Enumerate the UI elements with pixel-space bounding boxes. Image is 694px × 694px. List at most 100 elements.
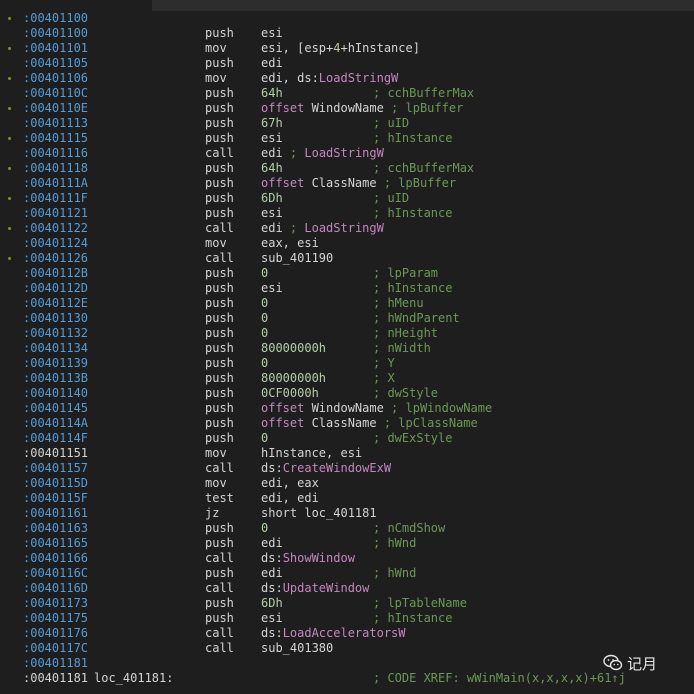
address[interactable]: :00401165 (23, 536, 88, 551)
code-line[interactable]: :00401121 push esi ; hInstance (0, 206, 694, 221)
address[interactable]: :0040112D (23, 281, 88, 296)
operands[interactable]: 0 (261, 296, 268, 311)
operands[interactable]: 0 (261, 311, 268, 326)
address[interactable]: :00401151 (23, 446, 88, 461)
operands[interactable]: sub_401190 (261, 251, 333, 266)
code-line[interactable]: :0040110C push 64h ; cchBufferMax (0, 86, 694, 101)
address[interactable]: :00401132 (23, 326, 88, 341)
operands[interactable]: 0 (261, 356, 268, 371)
address[interactable]: :00401145 (23, 401, 88, 416)
address[interactable]: :00401173 (23, 596, 88, 611)
code-line[interactable]: :0040113B push 80000000h ; X (0, 371, 694, 386)
code-line[interactable]: :00401100 push esi (0, 26, 694, 41)
code-line[interactable]: :00401134 push 80000000h ; nWidth (0, 341, 694, 356)
address[interactable]: :00401118 (23, 161, 88, 176)
code-line[interactable]: :00401113 push 67h ; uID (0, 116, 694, 131)
operands[interactable]: ds:CreateWindowExW (261, 461, 391, 476)
code-line[interactable]: :0040117C call sub_401380 (0, 641, 694, 656)
operands[interactable]: esi (261, 611, 283, 626)
code-line[interactable]: :00401101 mov esi, [esp+4+hInstance] (0, 41, 694, 56)
operands[interactable]: edi ; LoadStringW (261, 146, 384, 161)
operands[interactable]: offset WindowName ; lpWindowName (261, 401, 492, 416)
code-line[interactable]: :00401126 call sub_401190 (0, 251, 694, 266)
address[interactable]: :00401181 (23, 656, 88, 671)
operands[interactable]: ds:ShowWindow (261, 551, 355, 566)
operands[interactable]: edi, edi (261, 491, 319, 506)
address[interactable]: :00401121 (23, 206, 88, 221)
code-line[interactable]: :00401176 call ds:LoadAcceleratorsW (0, 626, 694, 641)
code-line[interactable]: :00401166 call ds:ShowWindow (0, 551, 694, 566)
address[interactable]: :0040117C (23, 641, 88, 656)
operands[interactable]: offset ClassName ; lpBuffer (261, 176, 456, 191)
code-line[interactable]: :00401106 mov edi, ds:LoadStringW (0, 71, 694, 86)
code-line[interactable]: :0040111A push offset ClassName ; lpBuffer (0, 176, 694, 191)
operands[interactable]: esi (261, 206, 283, 221)
operands[interactable]: 0 (261, 326, 268, 341)
code-line[interactable]: :00401140 push 0CF0000h ; dwStyle (0, 386, 694, 401)
code-line[interactable]: :00401151 mov hInstance, esi (0, 446, 694, 461)
address[interactable]: :00401176 (23, 626, 88, 641)
address[interactable]: :00401126 (23, 251, 88, 266)
address[interactable]: :0040113B (23, 371, 88, 386)
operands[interactable]: short loc_401181 (261, 506, 377, 521)
code-line[interactable]: :0040112E push 0 ; hMenu (0, 296, 694, 311)
address[interactable]: :0040114A (23, 416, 88, 431)
address[interactable]: :00401113 (23, 116, 88, 131)
address[interactable]: :00401100 (23, 26, 88, 41)
code-line[interactable]: :00401116 call edi ; LoadStringW (0, 146, 694, 161)
operands[interactable]: edi (261, 56, 283, 71)
address[interactable]: :0040110E (23, 101, 88, 116)
address[interactable]: :00401100 (23, 11, 88, 26)
operands[interactable]: 80000000h (261, 371, 326, 386)
code-line[interactable]: :0040111F push 6Dh ; uID (0, 191, 694, 206)
address[interactable]: :00401105 (23, 56, 88, 71)
code-line[interactable]: :0040110E push offset WindowName ; lpBuffe… (0, 101, 694, 116)
code-line[interactable]: :00401175 push esi ; hInstance (0, 611, 694, 626)
address[interactable]: :0040111A (23, 176, 88, 191)
operands[interactable]: esi (261, 26, 283, 41)
code-line[interactable]: :00401122 call edi ; LoadStringW (0, 221, 694, 236)
operands[interactable]: 0 (261, 521, 268, 536)
address[interactable]: :00401166 (23, 551, 88, 566)
operands[interactable]: 64h (261, 86, 283, 101)
address[interactable]: :0040110C (23, 86, 88, 101)
address[interactable]: :00401134 (23, 341, 88, 356)
operands[interactable]: offset ClassName ; lpClassName (261, 416, 478, 431)
operands[interactable]: 6Dh (261, 596, 283, 611)
code-line[interactable]: :00401165 push edi ; hWnd (0, 536, 694, 551)
code-line[interactable]: :00401181 (0, 656, 694, 671)
code-line[interactable]: :0040116D call ds:UpdateWindow (0, 581, 694, 596)
operands[interactable]: esi (261, 281, 283, 296)
code-line[interactable]: :0040112D push esi ; hInstance (0, 281, 694, 296)
address[interactable]: :00401175 (23, 611, 88, 626)
address[interactable]: :00401106 (23, 71, 88, 86)
code-line[interactable]: :00401100 (0, 11, 694, 26)
code-line[interactable]: :00401139 push 0 ; Y (0, 356, 694, 371)
address[interactable]: :00401130 (23, 311, 88, 326)
address[interactable]: :00401163 (23, 521, 88, 536)
address[interactable]: :00401122 (23, 221, 88, 236)
code-line[interactable]: :00401115 push esi ; hInstance (0, 131, 694, 146)
operands[interactable]: esi (261, 131, 283, 146)
address[interactable]: :0040112E (23, 296, 88, 311)
code-line[interactable]: :00401161 jz short loc_401181 (0, 506, 694, 521)
code-line[interactable]: :00401124 mov eax, esi (0, 236, 694, 251)
code-line[interactable]: :0040112B push 0 ; lpParam (0, 266, 694, 281)
code-line[interactable]: :0040115F test edi, edi (0, 491, 694, 506)
code-line[interactable]: :00401173 push 6Dh ; lpTableName (0, 596, 694, 611)
address[interactable]: :0040116D (23, 581, 88, 596)
operands[interactable]: 67h (261, 116, 283, 131)
operands[interactable]: offset WindowName ; lpBuffer (261, 101, 463, 116)
code-line[interactable]: :00401181 loc_401181: ; CODE XREF: wWinMai… (0, 671, 694, 686)
operands[interactable]: hInstance, esi (261, 446, 362, 461)
operands[interactable]: edi, eax (261, 476, 319, 491)
address[interactable]: :00401116 (23, 146, 88, 161)
address[interactable]: :00401101 (23, 41, 88, 56)
code-line[interactable]: :0040116C push edi ; hWnd (0, 566, 694, 581)
disassembly-listing[interactable]: :00401100:00401100 push esi:00401101 mov esi… (0, 11, 694, 686)
operands[interactable]: 6Dh (261, 191, 283, 206)
code-line[interactable]: :00401132 push 0 ; nHeight (0, 326, 694, 341)
code-line[interactable]: :0040114A push offset ClassName ; lpClassN… (0, 416, 694, 431)
operands[interactable]: ds:LoadAcceleratorsW (261, 626, 406, 641)
address[interactable]: :00401139 (23, 356, 88, 371)
